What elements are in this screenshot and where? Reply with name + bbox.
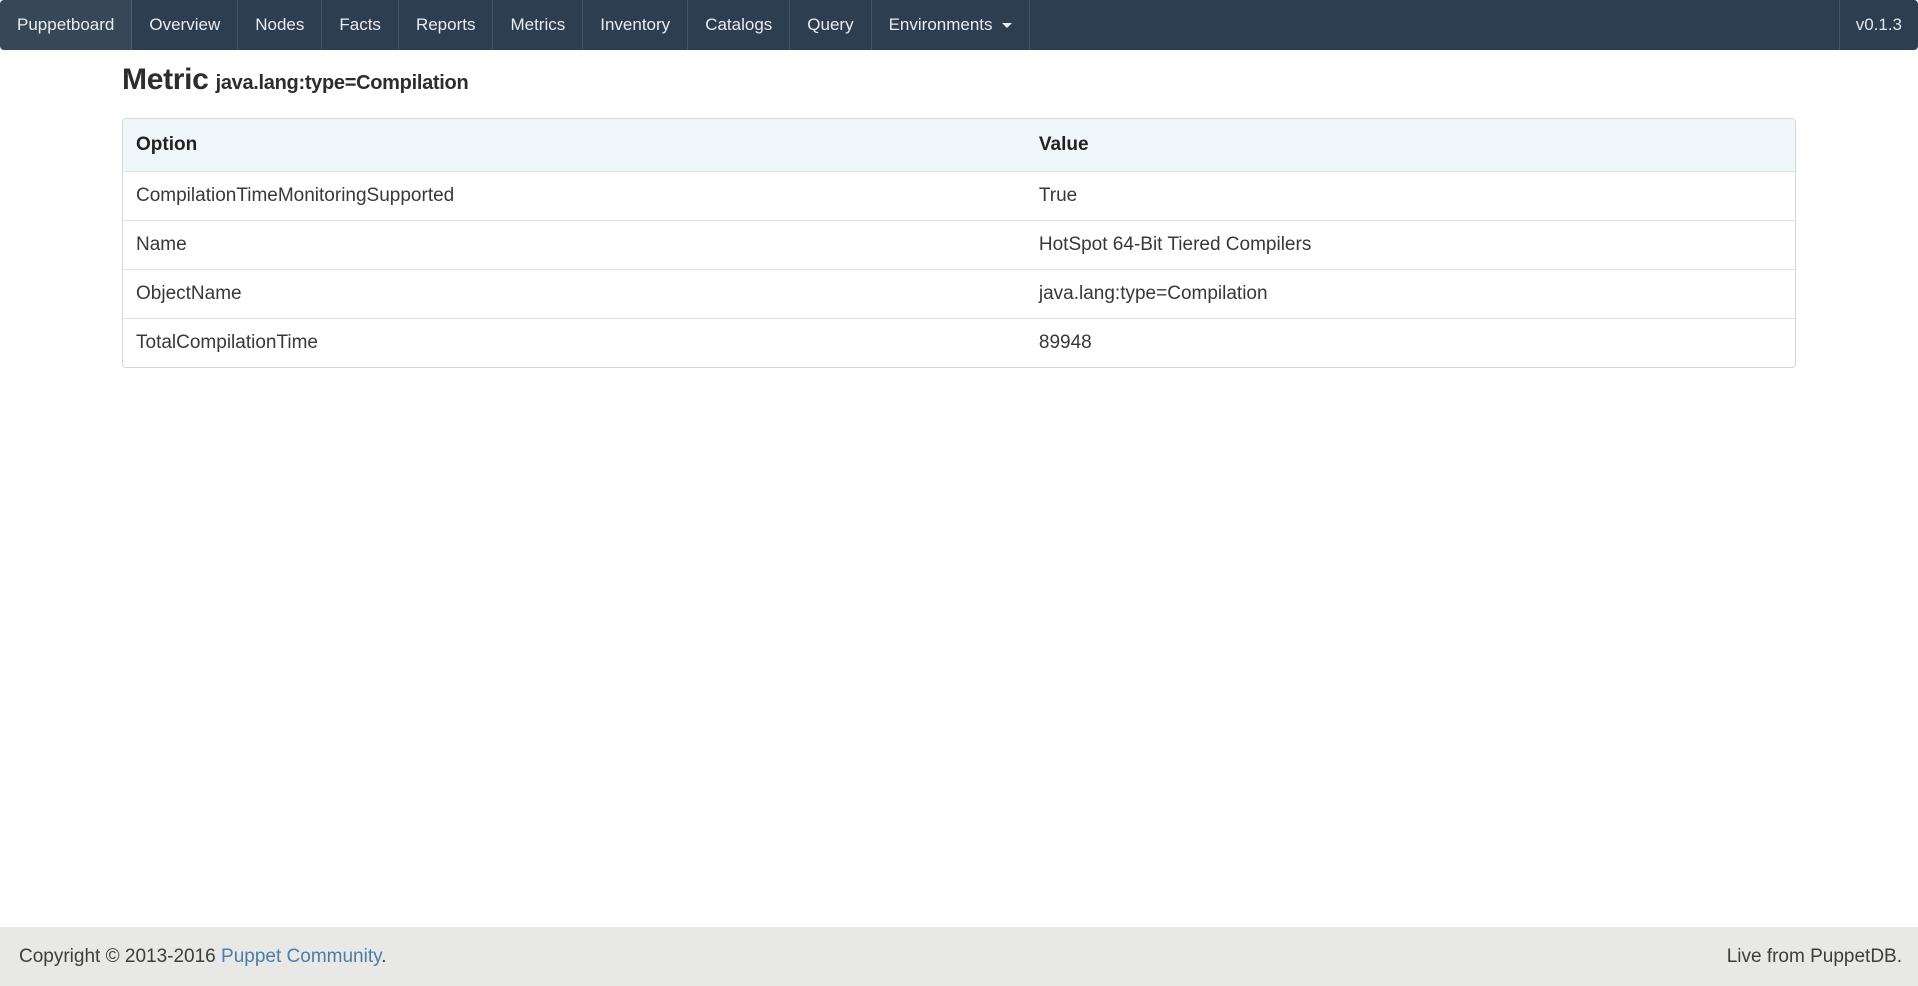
top-navbar: Puppetboard Overview Nodes Facts Reports… [0, 0, 1918, 50]
nav-item-facts[interactable]: Facts [322, 0, 399, 50]
nav-item-environments-dropdown[interactable]: Environments [872, 0, 1030, 50]
nav-item-inventory[interactable]: Inventory [583, 0, 688, 50]
version-label: v0.1.3 [1839, 0, 1918, 50]
table-row: ObjectName java.lang:type=Compilation [123, 270, 1795, 319]
value-cell: HotSpot 64-Bit Tiered Compilers [1026, 221, 1795, 270]
nav-item-catalogs[interactable]: Catalogs [688, 0, 790, 50]
nav-item-puppetboard[interactable]: Puppetboard [0, 0, 132, 50]
option-cell: CompilationTimeMonitoringSupported [123, 172, 1026, 221]
column-header-option: Option [123, 119, 1026, 172]
option-cell: Name [123, 221, 1026, 270]
page-title-text: Metric [122, 63, 209, 96]
table-header-row: Option Value [123, 119, 1795, 172]
live-from-puppetdb-text: Live from PuppetDB. [1727, 946, 1902, 968]
metric-table: Option Value CompilationTimeMonitoringSu… [123, 119, 1795, 367]
main-content: Metric java.lang:type=Compilation Option … [0, 50, 1918, 927]
value-cell: 89948 [1026, 319, 1795, 368]
option-cell: TotalCompilationTime [123, 319, 1026, 368]
option-cell: ObjectName [123, 270, 1026, 319]
copyright-text: Copyright © 2013-2016 Puppet Community. [19, 946, 386, 968]
page-title: Metric java.lang:type=Compilation [122, 63, 1796, 97]
table-row: Name HotSpot 64-Bit Tiered Compilers [123, 221, 1795, 270]
page-subtitle: java.lang:type=Compilation [216, 72, 469, 94]
navbar-spacer [1030, 0, 1839, 50]
table-row: TotalCompilationTime 89948 [123, 319, 1795, 368]
nav-item-reports[interactable]: Reports [399, 0, 494, 50]
copyright-prefix: Copyright © 2013-2016 [19, 946, 216, 967]
metric-table-container: Option Value CompilationTimeMonitoringSu… [122, 118, 1796, 368]
copyright-suffix: . [381, 946, 386, 967]
table-row: CompilationTimeMonitoringSupported True [123, 172, 1795, 221]
nav-item-query[interactable]: Query [790, 0, 871, 50]
nav-item-overview[interactable]: Overview [132, 0, 238, 50]
nav-item-label: Environments [889, 15, 993, 35]
column-header-value: Value [1026, 119, 1795, 172]
puppet-community-link[interactable]: Puppet Community [221, 946, 381, 967]
value-cell: java.lang:type=Compilation [1026, 270, 1795, 319]
page-footer: Copyright © 2013-2016 Puppet Community. … [0, 927, 1918, 986]
caret-down-icon [1002, 23, 1012, 28]
nav-item-metrics[interactable]: Metrics [493, 0, 583, 50]
value-cell: True [1026, 172, 1795, 221]
nav-item-nodes[interactable]: Nodes [238, 0, 322, 50]
